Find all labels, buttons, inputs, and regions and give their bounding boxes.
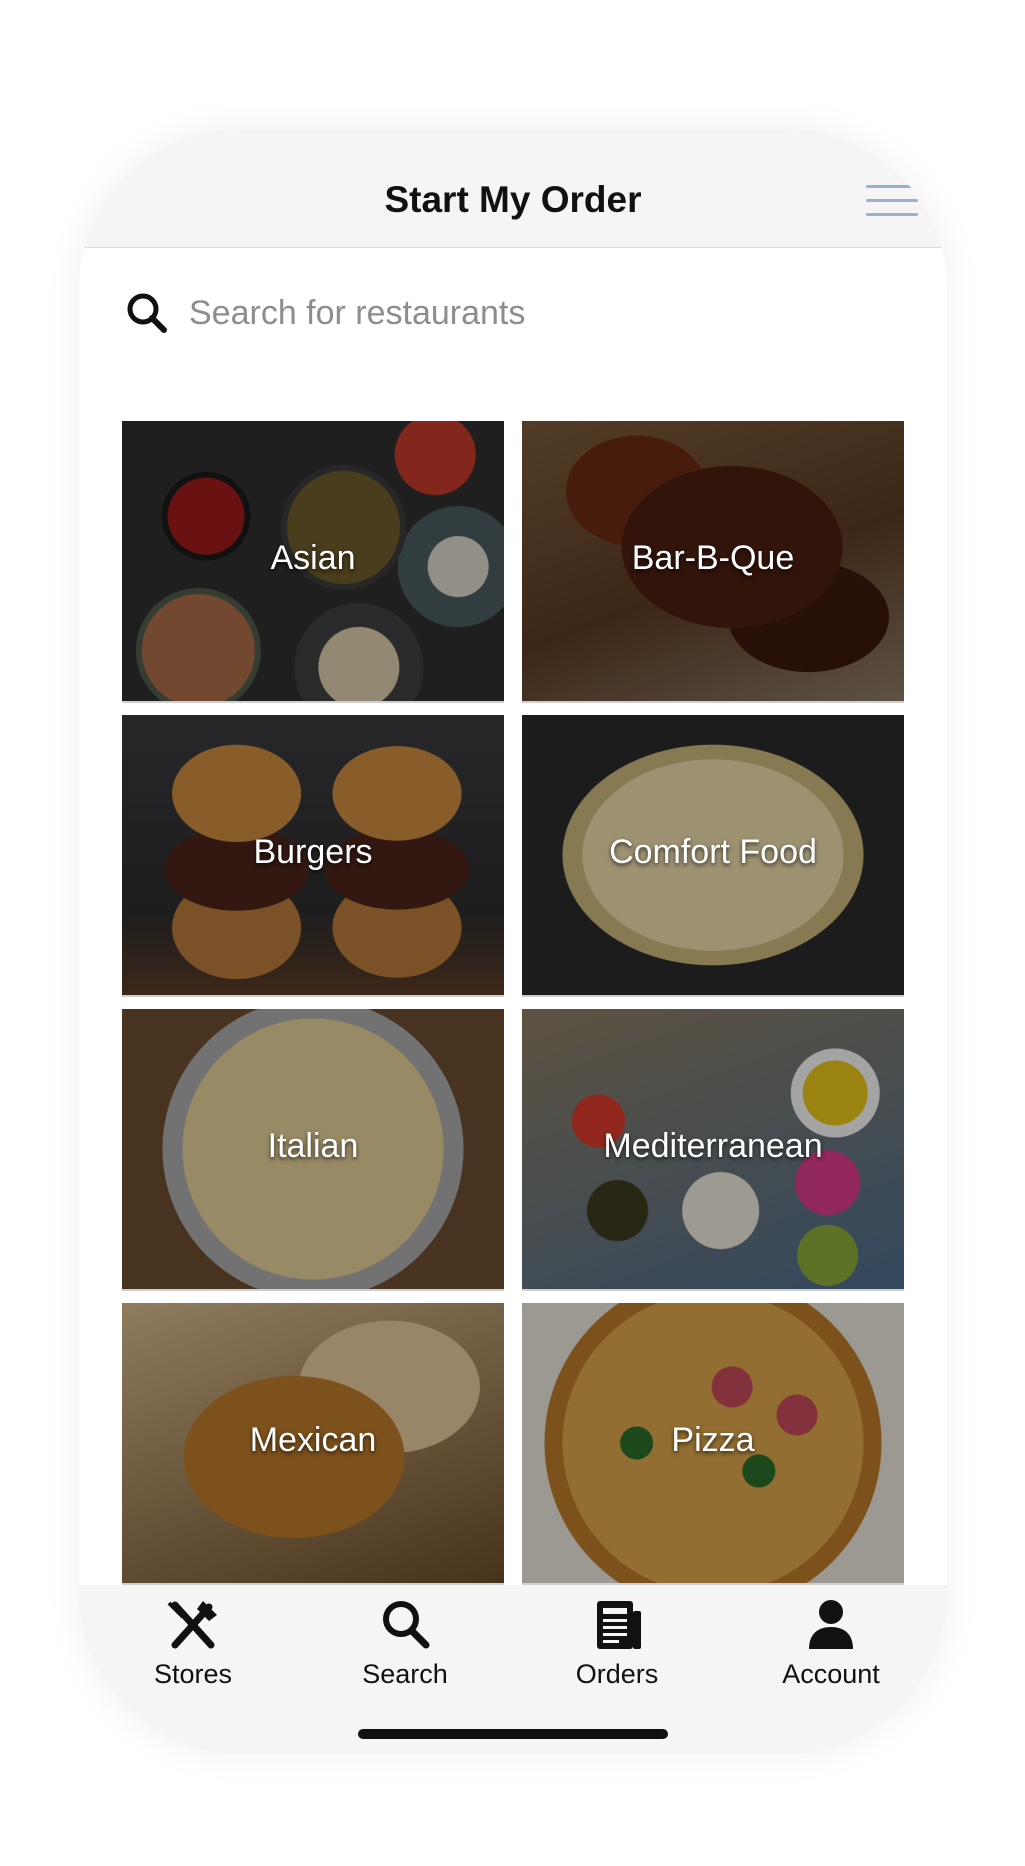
category-label: Pizza [671, 1421, 755, 1459]
category-tile-comfort-food[interactable]: Comfort Food [522, 715, 904, 997]
category-tile-italian[interactable]: Italian [122, 1009, 504, 1291]
tab-search[interactable]: Search [305, 1597, 505, 1697]
tab-label: Orders [575, 1659, 659, 1689]
search-bar [119, 279, 909, 349]
category-label: Italian [267, 1127, 359, 1165]
tab-account[interactable]: Account [731, 1597, 931, 1697]
search-icon [383, 1601, 430, 1649]
category-tile-burgers[interactable]: Burgers [122, 715, 504, 997]
user-icon [809, 1600, 853, 1649]
phone-frame: Start My Order Asian Bar-B-Que Burgers [79, 129, 947, 1754]
tab-label: Search [362, 1659, 448, 1689]
search-icon [127, 293, 167, 333]
category-tile-bar-b-que[interactable]: Bar-B-Que [522, 421, 904, 703]
category-tile-pizza[interactable]: Pizza [522, 1303, 904, 1585]
search-input[interactable] [189, 287, 889, 339]
category-label: Mexican [249, 1421, 377, 1459]
category-label: Comfort Food [609, 833, 817, 871]
category-tile-mediterranean[interactable]: Mediterranean [522, 1009, 904, 1291]
newspaper-icon [597, 1601, 641, 1649]
utensils-icon [167, 1601, 217, 1649]
category-grid: Asian Bar-B-Que Burgers Comfort Food Ita… [122, 421, 904, 1711]
category-label: Asian [270, 539, 356, 577]
category-label: Bar-B-Que [631, 539, 795, 577]
category-tile-mexican[interactable]: Mexican [122, 1303, 504, 1585]
app-header: Start My Order [79, 129, 947, 248]
category-tile-asian[interactable]: Asian [122, 421, 504, 703]
category-label: Mediterranean [603, 1127, 823, 1165]
tab-label: Stores [153, 1659, 233, 1689]
tab-orders[interactable]: Orders [517, 1597, 717, 1697]
hamburger-menu-icon[interactable] [866, 185, 918, 217]
tab-stores[interactable]: Stores [93, 1597, 293, 1697]
tab-label: Account [782, 1659, 880, 1689]
category-label: Burgers [253, 833, 373, 871]
page-title: Start My Order [384, 179, 642, 220]
home-indicator[interactable] [358, 1729, 668, 1739]
